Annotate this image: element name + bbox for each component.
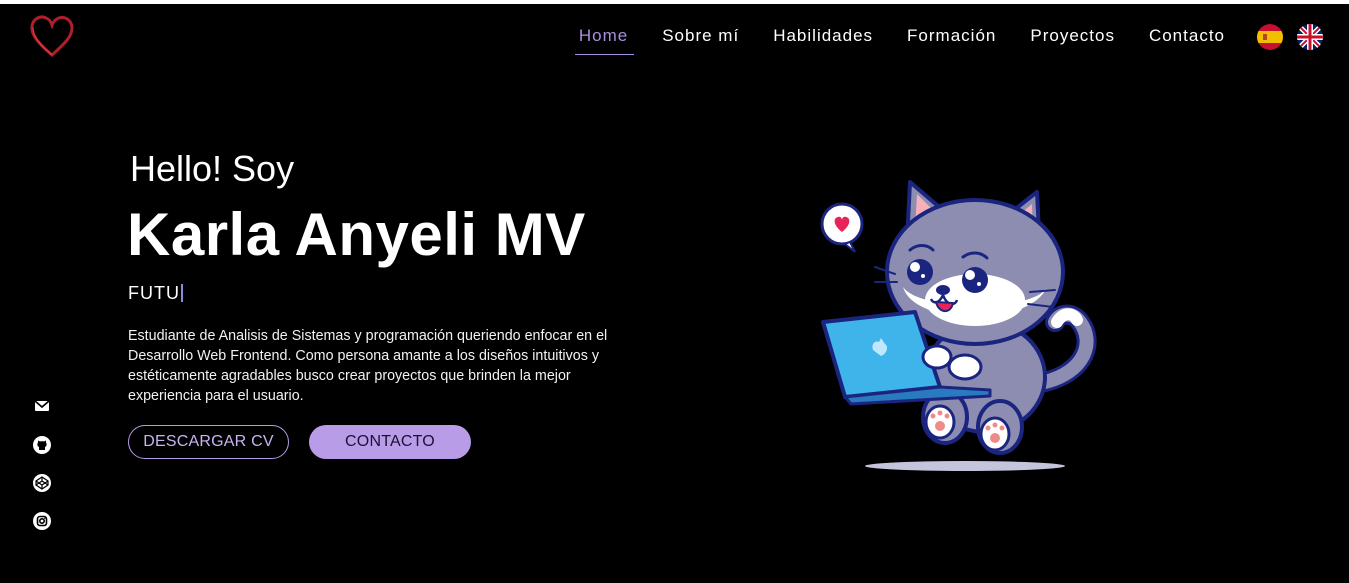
main-nav: Home Sobre mí Habilidades Formación Proy… <box>545 26 1225 55</box>
contact-button[interactable]: CONTACTO <box>309 425 471 459</box>
uk-flag-icon[interactable] <box>1297 24 1323 50</box>
typing-caret <box>181 284 183 302</box>
hero-greeting: Hello! Soy <box>130 148 295 189</box>
spain-flag-icon[interactable] <box>1257 24 1283 50</box>
nav-formacion[interactable]: Formación <box>907 26 996 55</box>
typed-role: FUTU <box>128 283 183 304</box>
nav-home[interactable]: Home <box>574 26 635 55</box>
mail-icon[interactable] <box>33 397 51 415</box>
download-cv-button[interactable]: DESCARGAR CV <box>128 425 289 459</box>
instagram-icon[interactable] <box>33 512 51 530</box>
nav-habilidades[interactable]: Habilidades <box>773 26 873 55</box>
top-border <box>0 0 1349 4</box>
typed-text: FUTU <box>128 283 180 303</box>
github-icon[interactable] <box>33 436 51 454</box>
cat-laptop-illustration <box>815 172 1115 477</box>
nav-sobre-mi[interactable]: Sobre mí <box>662 26 739 55</box>
codepen-icon[interactable] <box>33 474 51 492</box>
heart-logo-icon[interactable] <box>28 13 76 61</box>
hero-description: Estudiante de Analisis de Sistemas y pro… <box>128 328 608 404</box>
nav-contacto[interactable]: Contacto <box>1149 26 1225 55</box>
hero-name: Karla Anyeli MV <box>127 201 586 268</box>
nav-proyectos[interactable]: Proyectos <box>1030 26 1115 55</box>
